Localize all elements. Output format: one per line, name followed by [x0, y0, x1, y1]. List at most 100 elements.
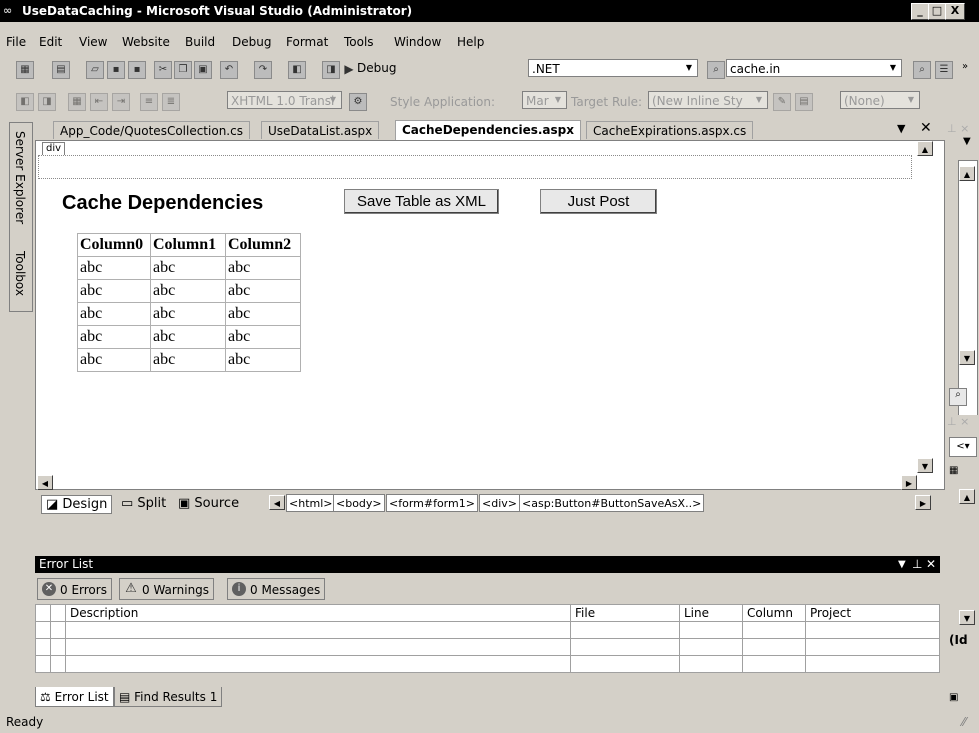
maximize-button[interactable]: □	[928, 3, 946, 20]
crumb-div[interactable]: <div>	[479, 494, 520, 512]
pin-icon[interactable]: ⊥ ×	[947, 415, 969, 428]
configuration-select[interactable]: Debug	[354, 59, 439, 77]
warnings-filter-button[interactable]: ⚠ 0 Warnings	[119, 578, 215, 600]
solution-explorer-icon[interactable]: ⌕	[949, 388, 967, 406]
scroll-down-icon[interactable]: ▼	[917, 458, 933, 473]
tab-cachedependencies[interactable]: CacheDependencies.aspx	[395, 120, 581, 140]
navigate-backward-icon[interactable]: ◧	[288, 61, 306, 79]
doctype-select[interactable]: XHTML 1.0 Transi ▼	[227, 91, 342, 109]
new-style-icon[interactable]: ✎	[773, 93, 791, 111]
crumb-form[interactable]: <form#form1>	[386, 494, 478, 512]
config-dropdown-arrow[interactable]: ▼	[445, 61, 539, 75]
close-button[interactable]: X	[945, 3, 965, 20]
pin-icon[interactable]: ⊥ ×	[947, 122, 969, 135]
menu-format[interactable]: Format	[286, 35, 328, 49]
window-position-icon[interactable]: ▼	[898, 556, 906, 573]
align-center-icon[interactable]: ≣	[162, 93, 180, 111]
properties-icon[interactable]: ☰	[935, 61, 953, 79]
column-icon[interactable]	[50, 604, 66, 622]
properties-object-select[interactable]: <▾	[949, 437, 977, 457]
redo-icon[interactable]: ↷	[254, 61, 272, 79]
check-accessibility-icon[interactable]: ⚙	[349, 93, 367, 111]
style-application-select[interactable]: Mar ▼	[522, 91, 567, 109]
scroll-left-icon[interactable]: ◀	[37, 475, 53, 490]
crumb-left-icon[interactable]: ◀	[269, 495, 285, 510]
menu-help[interactable]: Help	[457, 35, 484, 49]
save-icon[interactable]: ▪	[107, 61, 125, 79]
indent-icon[interactable]: ⇥	[112, 93, 130, 111]
property-pages-icon[interactable]: ▣	[949, 692, 958, 703]
manage-styles-icon[interactable]: ▤	[795, 93, 813, 111]
none-select[interactable]: (None) ▼	[840, 91, 920, 109]
tab-list-icon[interactable]: ▼	[897, 122, 905, 135]
toolbox-tab[interactable]: Toolbox	[13, 251, 27, 296]
crumb-html[interactable]: <html>	[286, 494, 336, 512]
tab-error-list[interactable]: ⚖ Error List	[35, 687, 114, 707]
menu-debug[interactable]: Debug	[232, 35, 271, 49]
navigate-forward-icon[interactable]: ◨	[322, 61, 340, 79]
save-table-as-xml-button[interactable]: Save Table as XML	[344, 189, 499, 214]
comment-icon[interactable]: ▦	[68, 93, 86, 111]
source-view-button[interactable]: ▣ Source	[174, 495, 243, 512]
solution-explorer-icon[interactable]: ⌕	[913, 61, 931, 79]
platform-select[interactable]: .NET ▼	[528, 59, 698, 77]
menu-window[interactable]: Window	[394, 35, 441, 49]
scroll-up-icon[interactable]: ▲	[917, 141, 933, 156]
tab-cacheexpirations[interactable]: CacheExpirations.aspx.cs	[586, 121, 754, 139]
errors-filter-button[interactable]: ✕ 0 Errors	[37, 578, 112, 600]
categorized-icon[interactable]: ▦	[949, 465, 958, 476]
design-view-button[interactable]: ◪ Design	[41, 495, 113, 514]
div-container[interactable]	[38, 155, 912, 179]
column-project[interactable]: Project	[805, 604, 940, 622]
column-column[interactable]: Column	[742, 604, 806, 622]
add-item-icon[interactable]: ▤	[52, 61, 70, 79]
target-rule-select[interactable]: (New Inline Sty ▼	[648, 91, 768, 109]
split-view-button[interactable]: ▭ Split	[117, 495, 170, 512]
design-icon: ◪	[46, 497, 63, 512]
scroll-down-icon[interactable]: ▼	[959, 610, 975, 625]
tab-usedatalist[interactable]: UseDataList.aspx	[261, 121, 380, 139]
menu-tools[interactable]: Tools	[344, 35, 374, 49]
align-left-icon[interactable]: ≡	[140, 93, 158, 111]
tab-find-results[interactable]: ▤ Find Results 1	[114, 687, 223, 707]
format-icon-2[interactable]: ◨	[38, 93, 56, 111]
tab-quotescollection[interactable]: App_Code/QuotesCollection.cs	[53, 121, 250, 139]
resize-grip-icon[interactable]: ⁄⁄	[962, 712, 966, 733]
scroll-down-icon[interactable]: ▼	[959, 350, 975, 365]
format-icon[interactable]: ◧	[16, 93, 34, 111]
close-document-icon[interactable]: ✕	[920, 120, 932, 136]
server-explorer-tab[interactable]: Server Explorer	[13, 131, 27, 224]
pin-icon[interactable]: ⊥	[912, 556, 922, 573]
column-file[interactable]: File	[570, 604, 680, 622]
open-file-icon[interactable]: ▱	[86, 61, 104, 79]
menu-edit[interactable]: Edit	[39, 35, 62, 49]
cut-icon[interactable]: ✂	[154, 61, 172, 79]
column-icon[interactable]	[35, 604, 51, 622]
scroll-up-icon[interactable]: ▲	[959, 489, 975, 504]
save-all-icon[interactable]: ▪	[128, 61, 146, 79]
crumb-right-icon[interactable]: ▶	[915, 495, 931, 510]
find-combo[interactable]: cache.in ▼	[726, 59, 902, 77]
messages-filter-button[interactable]: i 0 Messages	[227, 578, 326, 600]
menu-view[interactable]: View	[79, 35, 107, 49]
scroll-up-icon[interactable]: ▲	[959, 166, 975, 181]
menu-file[interactable]: File	[6, 35, 26, 49]
crumb-button[interactable]: <asp:Button#ButtonSaveAsX..>	[519, 494, 705, 512]
close-panel-icon[interactable]: ✕	[926, 556, 936, 573]
menu-website[interactable]: Website	[122, 35, 170, 49]
paste-icon[interactable]: ▣	[194, 61, 212, 79]
outdent-icon[interactable]: ⇤	[90, 93, 108, 111]
add-project-icon[interactable]: ▦	[16, 61, 34, 79]
toolbar-overflow-icon[interactable]: »	[962, 61, 968, 72]
column-description[interactable]: Description	[65, 604, 571, 622]
find-in-files-icon[interactable]: ⌕	[707, 61, 725, 79]
just-post-button[interactable]: Just Post	[540, 189, 657, 214]
scroll-right-icon[interactable]: ▶	[901, 475, 917, 490]
menu-build[interactable]: Build	[185, 35, 215, 49]
undo-icon[interactable]: ↶	[220, 61, 238, 79]
column-line[interactable]: Line	[679, 604, 743, 622]
copy-icon[interactable]: ❐	[174, 61, 192, 79]
panel-overflow-icon[interactable]: ▼	[963, 136, 971, 147]
crumb-body[interactable]: <body>	[333, 494, 385, 512]
minimize-button[interactable]: _	[911, 3, 929, 20]
